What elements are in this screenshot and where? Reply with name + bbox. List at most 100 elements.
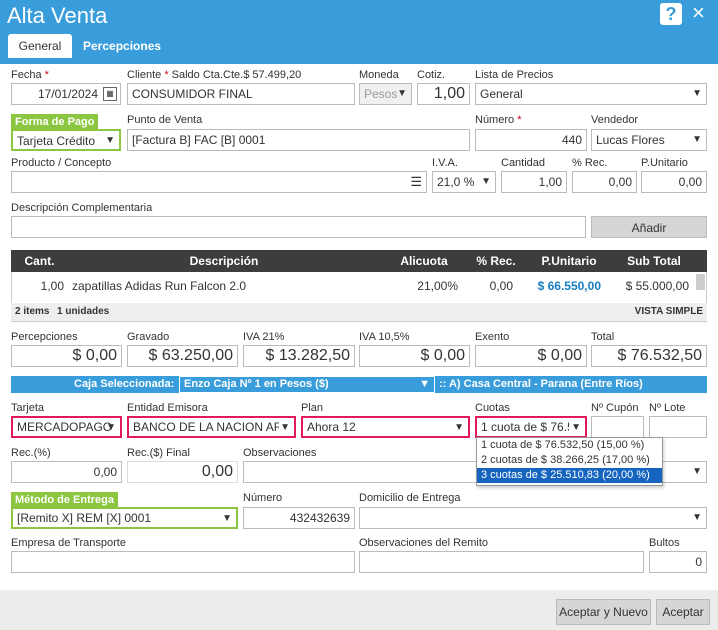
- summary-units: 1 unidades: [57, 306, 110, 317]
- entidad-label: Entidad Emisora: [127, 402, 208, 414]
- rec-field[interactable]: 0,00: [572, 171, 637, 193]
- cell-desc: zapatillas Adidas Run Falcon 2.0: [72, 279, 247, 293]
- chevron-down-icon: ▼: [280, 422, 290, 433]
- cotiz-value: 1,00: [433, 85, 465, 102]
- lista-value: General: [480, 87, 523, 101]
- chevron-down-icon: ▼: [419, 378, 430, 390]
- numero-field[interactable]: 440: [475, 129, 587, 151]
- filter-icon[interactable]: ☰: [410, 175, 422, 188]
- moneda-label: Moneda: [359, 69, 399, 81]
- entrega-numero-field[interactable]: 432432639: [243, 507, 355, 529]
- total-value: $ 76.532,50: [591, 345, 707, 367]
- exento-amount: $ 0,00: [537, 347, 582, 364]
- cotiz-field[interactable]: 1,00: [417, 83, 470, 105]
- caja-select[interactable]: Enzo Caja Nº 1 en Pesos ($) ▼: [179, 376, 435, 393]
- moneda-select[interactable]: Pesos ▼: [359, 83, 412, 105]
- cotiz-label: Cotiz.: [417, 69, 446, 81]
- chevron-down-icon: ▼: [692, 134, 702, 145]
- th-rec: % Rec.: [468, 250, 524, 272]
- add-button[interactable]: Añadir: [591, 216, 707, 238]
- pv-field[interactable]: [Factura B] FAC [B] 0001: [127, 129, 470, 151]
- percepciones-value: $ 0,00: [11, 345, 122, 367]
- cuota-option-selected[interactable]: 3 cuotas de $ 25.510,83 (20,00 %): [477, 468, 662, 483]
- domicilio-select[interactable]: ▼: [359, 507, 707, 529]
- cell-alic: 21,00%: [417, 279, 458, 293]
- cuotas-select[interactable]: 1 cuota de $ 76.5 ▼: [475, 416, 587, 438]
- cell-cant: 1,00: [40, 279, 64, 293]
- cantidad-field[interactable]: 1,00: [501, 171, 567, 193]
- window-title: Alta Venta: [7, 3, 108, 28]
- iva-select[interactable]: 21,0 % ▼: [432, 171, 496, 193]
- entidad-value: BANCO DE LA NACION ARG: [133, 420, 279, 434]
- th-desc: Descripción: [68, 250, 380, 272]
- table-scrollbar[interactable]: [696, 274, 705, 290]
- chevron-down-icon: ▼: [692, 512, 702, 523]
- desc-comp-field[interactable]: [11, 216, 586, 238]
- help-icon[interactable]: ?: [660, 3, 682, 25]
- accept-new-button[interactable]: Aceptar y Nuevo: [556, 599, 651, 625]
- summary-items: 2 items: [15, 306, 50, 317]
- empresa-field[interactable]: [11, 551, 355, 573]
- punit-label: P.Unitario: [641, 157, 688, 169]
- fecha-field[interactable]: 17/01/2024 ▦: [11, 83, 121, 105]
- cuota-option[interactable]: 2 cuotas de $ 38.266,25 (17,00 %): [477, 453, 662, 468]
- tarjeta-label: Tarjeta: [11, 402, 45, 414]
- gravado-value: $ 63.250,00: [127, 345, 238, 367]
- cliente-field[interactable]: CONSUMIDOR FINAL: [127, 83, 355, 105]
- cantidad-value: 1,00: [538, 175, 562, 189]
- caja-value: Enzo Caja Nº 1 en Pesos ($): [184, 378, 329, 390]
- cuotas-label: Cuotas: [475, 402, 510, 414]
- total-amount: $ 76.532,50: [617, 347, 702, 364]
- view-toggle[interactable]: VISTA SIMPLE: [635, 303, 703, 321]
- tab-percepciones[interactable]: Percepciones: [73, 34, 171, 58]
- pv-label: Punto de Venta: [127, 114, 203, 126]
- rec-value: 0,00: [608, 175, 632, 189]
- punit-field[interactable]: 0,00: [641, 171, 707, 193]
- lote-field[interactable]: [649, 416, 707, 438]
- tab-general[interactable]: General: [8, 34, 72, 58]
- desc-comp-label: Descripción Complementaria: [11, 202, 153, 214]
- fecha-label: Fecha *: [11, 69, 49, 81]
- caja-label: Caja Seleccionada:: [74, 376, 175, 393]
- vendedor-select[interactable]: Lucas Flores ▼: [591, 129, 707, 151]
- cuota-option[interactable]: 1 cuota de $ 76.532,50 (15,00 %): [477, 438, 662, 453]
- rec-pct-field[interactable]: 0,00: [11, 461, 122, 483]
- numero-label: Número *: [475, 114, 522, 126]
- chevron-down-icon: ▼: [692, 466, 702, 477]
- chevron-down-icon: ▼: [692, 88, 702, 99]
- calendar-icon[interactable]: ▦: [103, 87, 117, 101]
- pv-value: [Factura B] FAC [B] 0001: [132, 133, 266, 147]
- forma-pago-label: Forma de Pago: [11, 114, 99, 130]
- rec-pct-label: Rec.(%): [11, 447, 51, 459]
- percepciones-amount: $ 0,00: [72, 347, 117, 364]
- forma-pago-select[interactable]: Tarjeta Crédito ▼: [11, 129, 121, 151]
- metodo-select[interactable]: [Remito X] REM [X] 0001 ▼: [11, 507, 238, 529]
- bultos-field[interactable]: 0: [649, 551, 707, 573]
- iva21-label: IVA 21%: [243, 331, 285, 343]
- exento-label: Exento: [475, 331, 510, 343]
- cupon-field[interactable]: [591, 416, 644, 438]
- tarjeta-select[interactable]: MERCADOPAGO ▼: [11, 416, 122, 438]
- caja-branch: :: A) Casa Central - Parana (Entre Ríos): [439, 376, 643, 393]
- vendedor-label: Vendedor: [591, 114, 639, 126]
- lista-select[interactable]: General ▼: [475, 83, 707, 105]
- table-row[interactable]: 1,00 zapatillas Adidas Run Falcon 2.0 21…: [11, 272, 694, 300]
- gravado-label: Gravado: [127, 331, 170, 343]
- plan-label: Plan: [301, 402, 324, 414]
- accept-button[interactable]: Aceptar: [656, 599, 710, 625]
- bultos-label: Bultos: [649, 537, 680, 549]
- obs-remito-field[interactable]: [359, 551, 644, 573]
- domicilio-label: Domicilio de Entrega: [359, 492, 461, 504]
- table-summary: 2 items 1 unidades VISTA SIMPLE: [11, 303, 707, 321]
- plan-select[interactable]: Ahora 12 ▼: [301, 416, 470, 438]
- chevron-down-icon: ▼: [222, 513, 232, 524]
- th-alic: Alicuota: [380, 250, 468, 272]
- close-icon[interactable]: ×: [692, 2, 705, 24]
- percepciones-label: Percepciones: [11, 331, 78, 343]
- rec-final-field[interactable]: 0,00: [127, 461, 238, 483]
- producto-field[interactable]: ☰: [11, 171, 427, 193]
- cell-punit: $ 66.550,00: [537, 279, 601, 293]
- gravado-amount: $ 63.250,00: [148, 347, 233, 364]
- entidad-select[interactable]: BANCO DE LA NACION ARG ▼: [127, 416, 296, 438]
- metodo-value: [Remito X] REM [X] 0001: [17, 511, 152, 525]
